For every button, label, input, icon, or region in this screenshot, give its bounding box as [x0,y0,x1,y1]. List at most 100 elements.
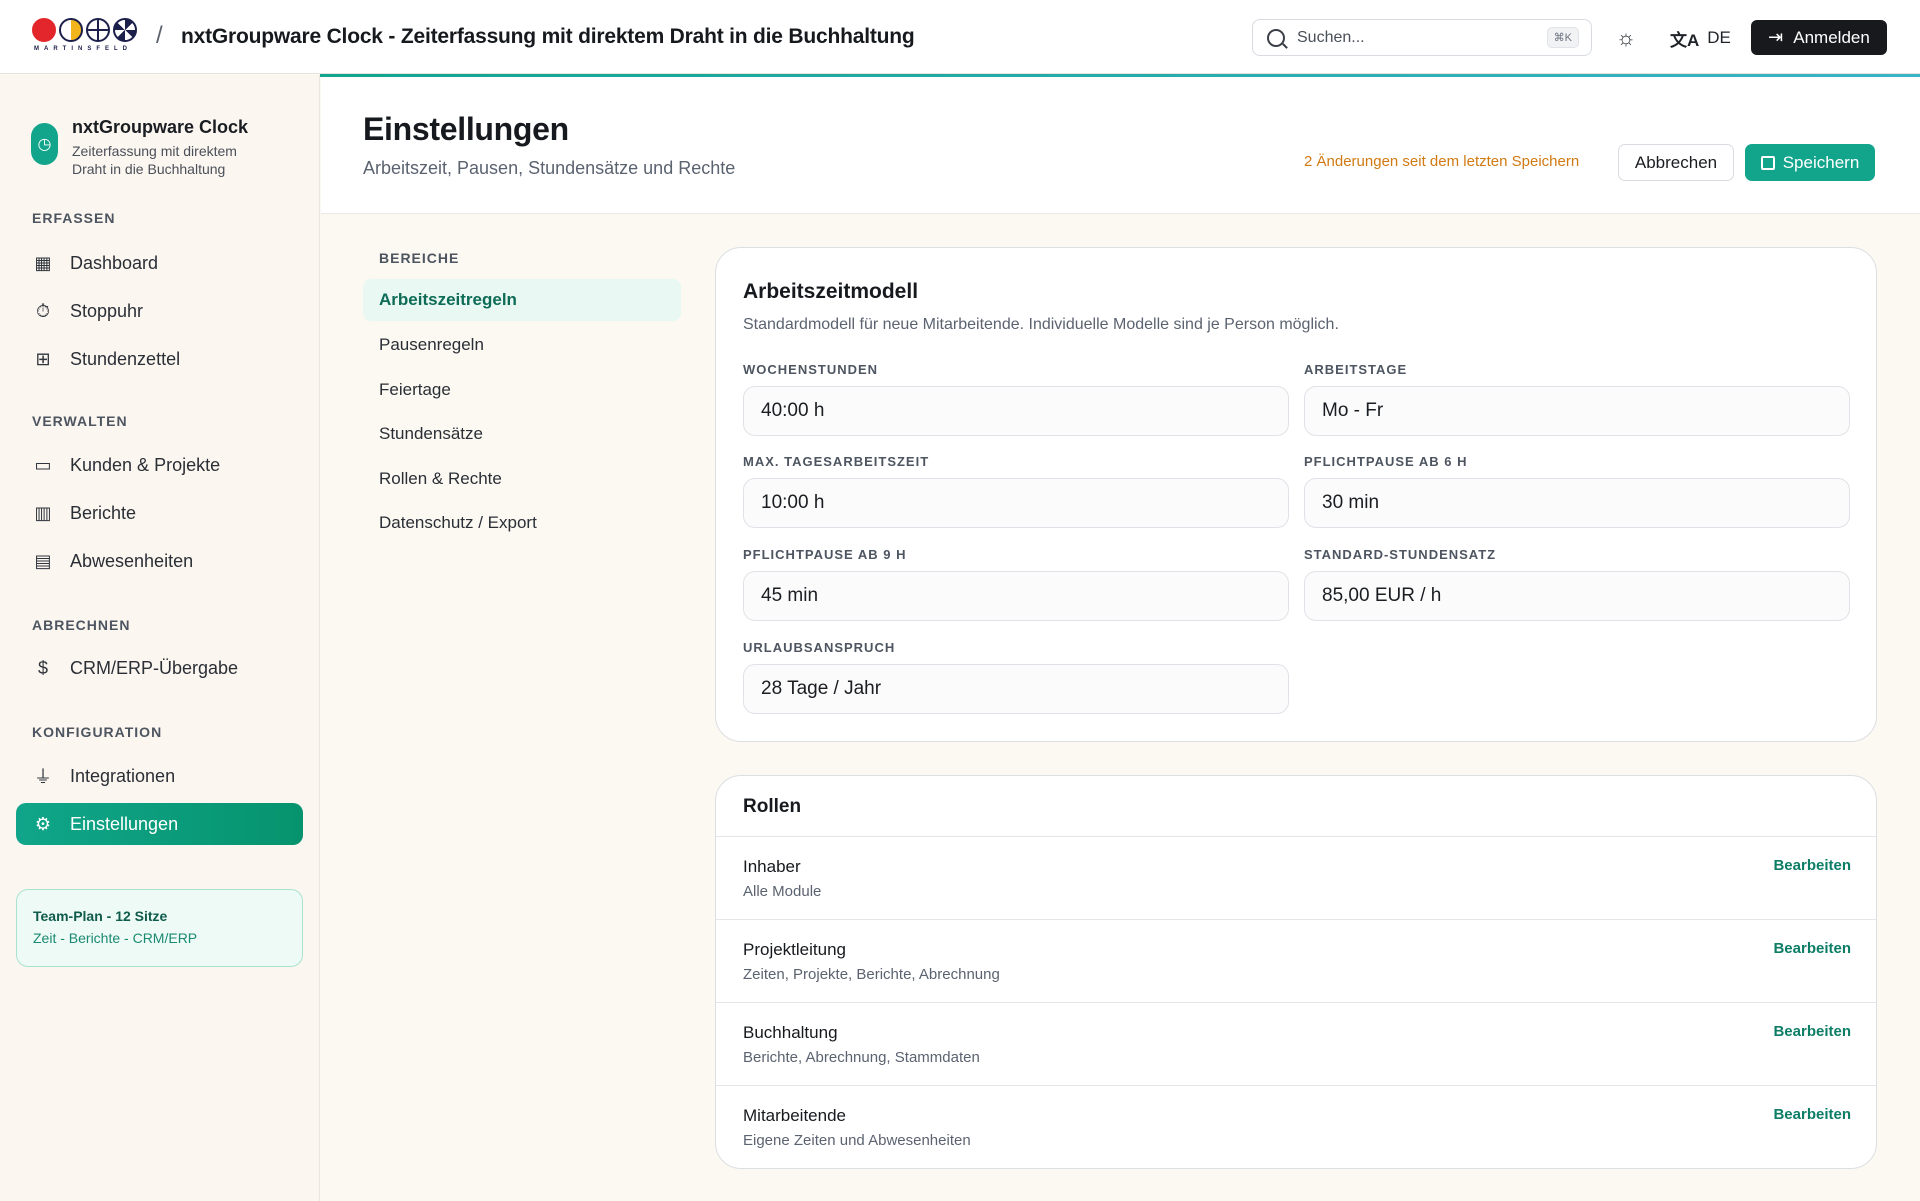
max-tagesarbeitszeit-field[interactable]: 10:00 h [743,478,1289,528]
sidebar-item-label: Integrationen [70,765,176,786]
search-box[interactable]: ⌘K [1252,19,1592,56]
sidebar-item-crm-erp[interactable]: $ CRM/ERP-Übergabe [16,647,303,689]
top-bar: MARTINSFELD / nxtGroupware Clock - Zeite… [0,0,1920,74]
subnav-item-feiertage[interactable]: Feiertage [363,369,681,411]
arbeitstage-field[interactable]: Mo - Fr [1304,386,1850,436]
sidebar-item-stundenzettel[interactable]: ⊞ Stundenzettel [16,338,303,380]
gear-icon: ⚙ [34,813,52,834]
urlaubsanspruch-field[interactable]: 28 Tage / Jahr [743,664,1289,714]
sidebar-brand[interactable]: ◷ nxtGroupware Clock Zeiterfassung mit d… [31,117,262,178]
subnav-item-arbeitszeitregeln[interactable]: Arbeitszeitregeln [363,279,681,321]
card-subtitle: Standardmodell für neue Mitarbeitende. I… [743,316,1339,333]
save-label: Speichern [1782,152,1860,172]
folder-icon: ▭ [34,454,52,475]
login-label: Anmelden [1793,27,1870,47]
wochenstunden-field[interactable]: 40:00 h [743,386,1289,436]
sidebar-item-label: Abwesenheiten [70,550,194,571]
page-title: Einstellungen [363,111,569,147]
plan-card[interactable]: Team-Plan - 12 Sitze Zeit - Berichte - C… [16,889,303,967]
sidebar-item-label: Stoppuhr [70,300,144,321]
table-row: Inhaber Alle Module Bearbeiten [716,836,1876,919]
role-description: Zeiten, Projekte, Berichte, Abrechnung [743,966,1000,983]
brand-tagline: Zeiterfassung mit direktem Draht in die … [72,143,237,177]
page-subtitle: Arbeitszeit, Pausen, Stundensätze und Re… [363,158,736,178]
field-label-pflichtpause-6h: PFLICHTPAUSE AB 6 H [1304,454,1468,469]
plan-title: Team-Plan - 12 Sitze [33,908,168,924]
card-title: Arbeitszeitmodell [743,280,919,303]
sidebar-item-label: Berichte [70,502,137,523]
sidebar-item-stoppuhr[interactable]: ⏱ Stoppuhr [16,290,303,332]
field-label-wochenstunden: WOCHENSTUNDEN [743,362,879,377]
dashboard-icon: ▦ [34,252,52,273]
sidebar-item-dashboard[interactable]: ▦ Dashboard [16,242,303,284]
sun-icon: ☼ [1615,25,1637,50]
field-label-urlaubsanspruch: URLAUBSANSPRUCH [743,640,896,655]
field-label-pflichtpause-9h: PFLICHTPAUSE AB 9 H [743,547,907,562]
field-label-arbeitstage: ARBEITSTAGE [1304,362,1408,377]
work-time-model-card: Arbeitszeitmodell Standardmodell für neu… [715,247,1877,742]
sidebar: ◷ nxtGroupware Clock Zeiterfassung mit d… [0,75,320,1201]
calendar-icon: ▤ [34,550,52,571]
logo-star-dot [113,18,137,42]
subnav-item-stundensaetze[interactable]: Stundensätze [363,413,681,455]
table-row: Buchhaltung Berichte, Abrechnung, Stammd… [716,1002,1876,1085]
role-name: Projektleitung [743,940,847,959]
sidebar-item-kunden-projekte[interactable]: ▭ Kunden & Projekte [16,444,303,486]
role-name: Inhaber [743,857,801,876]
pflichtpause-6h-field[interactable]: 30 min [1304,478,1850,528]
sidebar-item-abwesenheiten[interactable]: ▤ Abwesenheiten [16,540,303,582]
stopwatch-icon: ⏱ [35,300,51,321]
section-label-konfiguration: KONFIGURATION [32,724,163,740]
field-label-max-tagesarbeitszeit: MAX. TAGESARBEITSZEIT [743,454,930,469]
table-icon: ⊞ [35,348,51,369]
standard-stundensatz-field[interactable]: 85,00 EUR / h [1304,571,1850,621]
subnav-item-pausenregeln[interactable]: Pausenregeln [363,324,681,366]
plan-features: Zeit - Berichte - CRM/ERP [33,930,198,946]
edit-role-button[interactable]: Bearbeiten [1773,1023,1851,1040]
logo-split-dot [59,18,83,42]
breadcrumb-separator: / [156,22,163,49]
edit-role-button[interactable]: Bearbeiten [1773,857,1851,874]
sidebar-item-label: Einstellungen [70,813,179,834]
language-button[interactable]: 文A DE [1670,22,1731,54]
section-label-erfassen: ERFASSEN [32,210,116,226]
save-button[interactable]: Speichern [1745,144,1875,181]
sidebar-item-berichte[interactable]: ▥ Berichte [16,492,303,534]
role-description: Berichte, Abrechnung, Stammdaten [743,1049,980,1066]
language-label: DE [1707,28,1731,47]
translate-icon: 文A [1670,30,1700,50]
theme-toggle-button[interactable]: ☼ [1610,22,1642,54]
edit-role-button[interactable]: Bearbeiten [1773,1106,1851,1123]
table-row: Projektleitung Zeiten, Projekte, Bericht… [716,919,1876,1002]
subnav-item-datenschutz-export[interactable]: Datenschutz / Export [363,502,681,544]
invoice-icon: $ [37,657,48,678]
role-name: Mitarbeitende [743,1106,847,1125]
search-shortcut: ⌘K [1546,27,1579,48]
edit-role-button[interactable]: Bearbeiten [1773,940,1851,957]
martinsfeld-logo[interactable]: MARTINSFELD [32,18,138,54]
logo-wordmark: MARTINSFELD [34,46,132,52]
pflichtpause-9h-field[interactable]: 45 min [743,571,1289,621]
logo-red-dot [32,18,56,42]
unsaved-changes-note: 2 Änderungen seit dem letzten Speichern [1304,153,1580,170]
search-icon [1267,28,1285,47]
role-description: Alle Module [743,883,822,900]
login-button[interactable]: ⇥ Anmelden [1751,20,1887,55]
roles-card: Rollen Inhaber Alle Module Bearbeiten Pr… [715,775,1877,1169]
subnav-label: BEREICHE [379,250,460,266]
field-label-standard-stundensatz: STANDARD-STUNDENSATZ [1304,547,1497,562]
app-title[interactable]: nxtGroupware Clock - Zeiterfassung mit d… [181,25,915,49]
role-name: Buchhaltung [743,1023,838,1042]
search-input[interactable] [1297,28,1527,47]
sidebar-item-einstellungen[interactable]: ⚙ Einstellungen [16,803,303,845]
logo-dots [32,18,138,42]
brand-name: nxtGroupware Clock [72,117,249,137]
subnav-item-rollen-rechte[interactable]: Rollen & Rechte [363,458,681,500]
sidebar-item-label: Stundenzettel [70,348,181,369]
sidebar-item-label: CRM/ERP-Übergabe [70,657,239,678]
roles-title: Rollen [743,796,802,817]
section-label-abrechnen: ABRECHNEN [32,617,131,633]
cancel-button[interactable]: Abbrechen [1618,144,1734,181]
sidebar-item-integrationen[interactable]: ⏚ Integrationen [16,755,303,797]
section-label-verwalten: VERWALTEN [32,413,128,429]
